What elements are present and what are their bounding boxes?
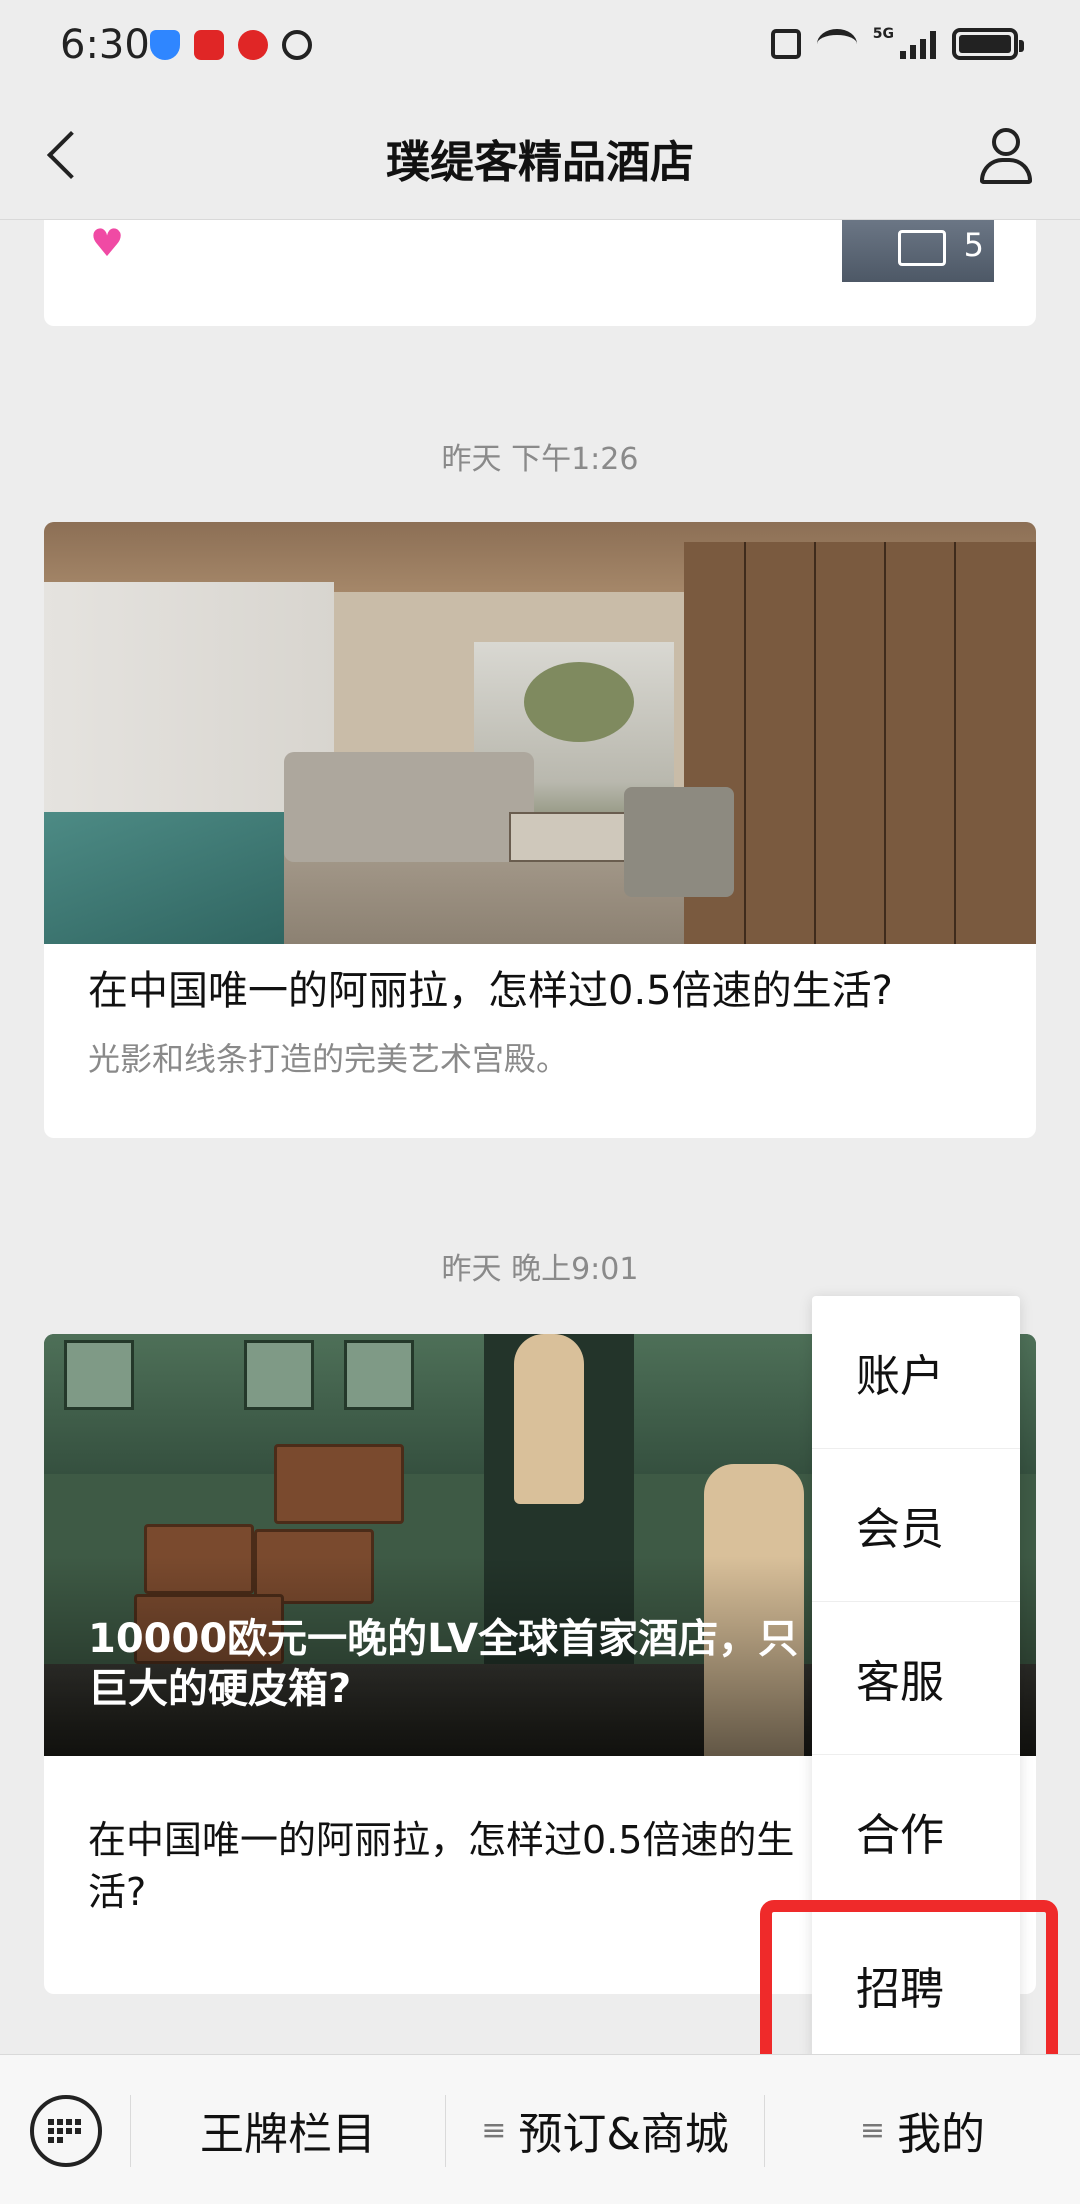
tab-label: 预订&商城 [518, 2109, 729, 2160]
article-card[interactable]: 在中国唯一的阿丽拉，怎样过0.5倍速的生活? 光影和线条打造的完美艺术宫殿。 [44, 522, 1036, 1138]
network-label: 5G [872, 26, 894, 42]
article-title: 在中国唯一的阿丽拉，怎样过0.5倍速的生活? [88, 968, 893, 1014]
keyboard-icon [48, 2119, 84, 2143]
wifi-icon [816, 29, 857, 59]
image-thumbnail[interactable]: 5 [842, 220, 994, 282]
status-bar: 6:30 5G [0, 0, 1080, 90]
vibrate-icon [770, 29, 801, 59]
signal-icon [900, 29, 936, 59]
tab-label: 我的 [897, 2109, 986, 2160]
article-card-previous[interactable]: ♥ 5 [44, 220, 1036, 326]
tab-booking-mall[interactable]: ≡ 预订&商城 [446, 2075, 764, 2185]
submenu-icon: ≡ [481, 2112, 507, 2148]
status-time: 6:30 [60, 22, 150, 68]
menu-item-membership[interactable]: 会员 [812, 1449, 1020, 1602]
profile-button[interactable] [976, 126, 1036, 186]
person-icon [992, 128, 1020, 156]
highlight-annotation-box [760, 1900, 1058, 2070]
article-cover-image [44, 522, 1036, 944]
metro-icon [238, 30, 268, 60]
tab-label: 王牌栏目 [200, 2109, 376, 2160]
menu-item-account[interactable]: 账户 [812, 1296, 1020, 1449]
heart-emoji-icon: ♥ [90, 221, 125, 265]
message-timestamp: 昨天 晚上9:01 [441, 1252, 639, 1287]
battery-icon [952, 28, 1024, 60]
shield-icon [150, 30, 180, 60]
menu-item-customer-service[interactable]: 客服 [812, 1602, 1020, 1755]
article-title: 在中国唯一的阿丽拉，怎样过0.5倍速的生活? [88, 1818, 795, 1914]
page-title: 璞缇客精品酒店 [386, 137, 694, 188]
alarm-icon [282, 30, 312, 60]
image-count: 5 [963, 226, 984, 264]
image-gallery-icon [898, 230, 946, 266]
tab-mine[interactable]: ≡ 我的 [765, 2075, 1080, 2185]
menu-item-cooperation[interactable]: 合作 [812, 1755, 1020, 1908]
bottom-menu-bar: 王牌栏目 ≡ 预订&商城 ≡ 我的 [0, 2054, 1080, 2204]
cover-overlay-title: 10000欧元一晚的LV全球首家酒店，只巨大的硬皮箱? [88, 1616, 799, 1712]
header: 璞缇客精品酒店 [0, 90, 1080, 220]
video-icon [194, 30, 224, 60]
submenu-icon: ≡ [859, 2112, 886, 2148]
keyboard-toggle-button[interactable] [30, 2095, 102, 2167]
status-icons-left [150, 30, 312, 60]
tab-featured-columns[interactable]: 王牌栏目 [131, 2075, 445, 2185]
message-timestamp: 昨天 下午1:26 [441, 442, 639, 477]
article-description: 光影和线条打造的完美艺术宫殿。 [88, 1040, 569, 1078]
status-icons-right: 5G [770, 26, 1024, 60]
